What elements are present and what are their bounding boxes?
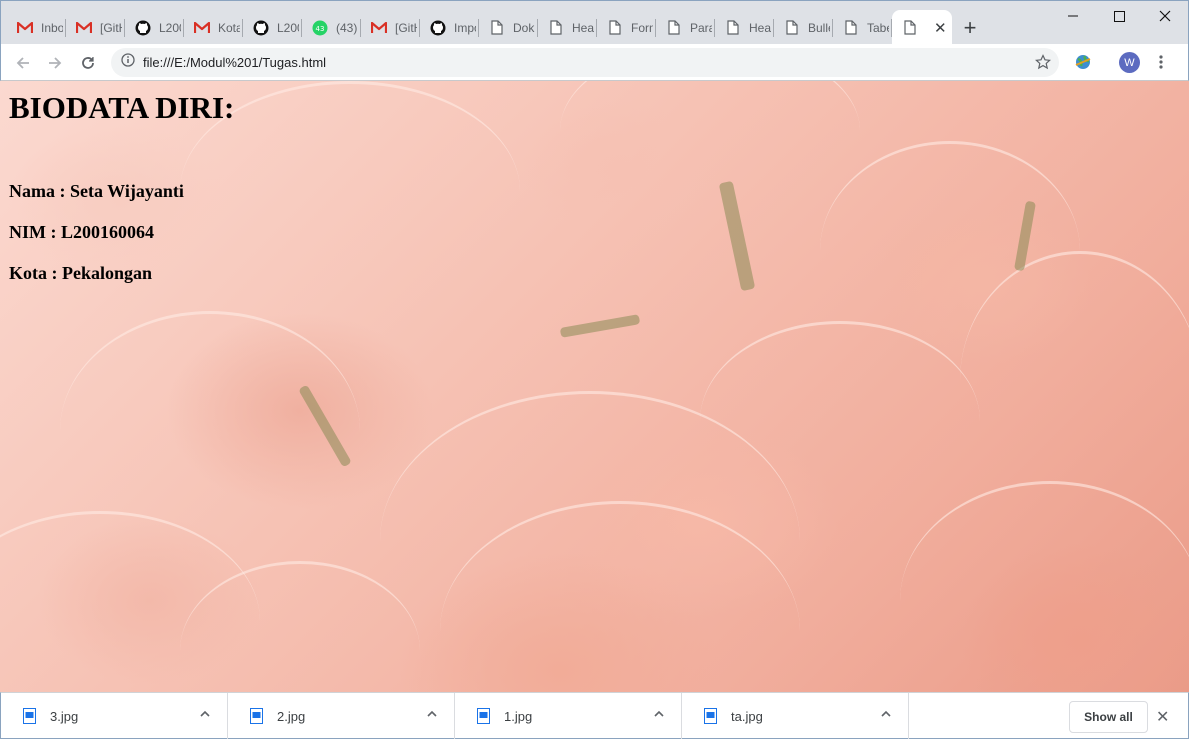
info-icon[interactable]	[121, 53, 135, 72]
browser-toolbar: file:///E:/Modul%201/Tugas.html W	[0, 44, 1189, 81]
github-icon	[135, 20, 151, 36]
tab-strip: Inbox [GitHub] L200 Kota L200 43 (43) [GitHub] I…	[0, 0, 1189, 45]
tab-title: Heading	[749, 20, 771, 35]
menu-dots-icon[interactable]	[1153, 52, 1169, 77]
maximize-button[interactable]	[1096, 1, 1142, 31]
download-file-name: 2.jpg	[277, 708, 306, 724]
page-icon	[843, 20, 859, 36]
tab-1[interactable]: Inbox	[7, 10, 66, 45]
tab-list: Inbox [GitHub] L200 Kota L200 43 (43) [GitHub] I…	[7, 10, 988, 45]
tab-5[interactable]: L200	[243, 10, 302, 45]
tab-title: Bullet	[808, 20, 830, 35]
tab-3[interactable]: L200	[125, 10, 184, 45]
chevron-up-icon[interactable]	[880, 707, 892, 725]
image-file-icon	[23, 708, 36, 724]
download-file-name: 1.jpg	[504, 708, 533, 724]
tab-4[interactable]: Kota	[184, 10, 243, 45]
arrow-right-icon	[49, 57, 62, 69]
tab-title: (43)	[336, 20, 358, 35]
page-icon	[666, 20, 682, 36]
tab-active[interactable]: ✕	[892, 10, 952, 45]
chevron-up-icon[interactable]	[653, 707, 665, 725]
tab-title: [GitHub]	[100, 20, 122, 35]
gmail-icon	[371, 20, 387, 36]
window-controls	[1050, 1, 1188, 31]
gmail-icon	[194, 20, 210, 36]
tab-14[interactable]: Bullet	[774, 10, 833, 45]
tab-9[interactable]: Dokumen	[479, 10, 538, 45]
tab-title: Format	[631, 20, 653, 35]
back-button[interactable]	[10, 50, 36, 76]
image-file-icon	[704, 708, 717, 724]
tab-12[interactable]: Paragraf	[656, 10, 715, 45]
tab-title: L200	[277, 20, 299, 35]
download-item[interactable]: 1.jpg	[455, 693, 682, 739]
field-nama: Nama : Seta Wijayanti	[9, 181, 184, 201]
gmail-icon	[17, 20, 33, 36]
tab-15[interactable]: Tabel	[833, 10, 892, 45]
tab-2[interactable]: [GitHub]	[66, 10, 125, 45]
bookmark-star-icon[interactable]	[1035, 54, 1051, 75]
download-item[interactable]: 3.jpg	[1, 693, 228, 739]
page-viewport: BIODATA DIRI: Nama : Seta Wijayanti NIM …	[0, 81, 1189, 692]
image-file-icon	[477, 708, 490, 724]
whatsapp-icon: 43	[312, 20, 328, 36]
github-icon	[253, 20, 269, 36]
tab-7[interactable]: [GitHub]	[361, 10, 420, 45]
page-icon	[489, 20, 505, 36]
new-tab-button[interactable]: +	[952, 10, 988, 45]
tab-13[interactable]: Heading	[715, 10, 774, 45]
tab-title: Kota	[218, 20, 240, 35]
tab-8[interactable]: Import	[420, 10, 479, 45]
github-icon	[430, 20, 446, 36]
page-icon	[902, 20, 918, 36]
extension-globe-icon[interactable]	[1073, 52, 1093, 77]
close-window-button[interactable]	[1142, 1, 1188, 31]
image-file-icon	[250, 708, 263, 724]
tab-title: Inbox	[41, 20, 63, 35]
tab-title: L200	[159, 20, 181, 35]
tab-6[interactable]: 43 (43)	[302, 10, 361, 45]
tab-title: Import	[454, 20, 476, 35]
tab-title: Paragraf	[690, 20, 712, 35]
tab-title: [GitHub]	[395, 20, 417, 35]
field-kota: Kota : Pekalongan	[9, 263, 153, 283]
minimize-button[interactable]	[1050, 1, 1096, 31]
arrow-left-icon	[16, 57, 29, 69]
tab-title: Heading	[572, 20, 594, 35]
close-shelf-icon[interactable]: ✕	[1156, 707, 1169, 727]
download-item[interactable]: ta.jpg	[682, 693, 909, 739]
reload-icon	[82, 57, 94, 69]
svg-text:43: 43	[316, 25, 325, 33]
download-file-name: 3.jpg	[50, 708, 79, 724]
page-title: BIODATA DIRI:	[9, 90, 235, 125]
gmail-icon	[76, 20, 92, 36]
page-icon	[725, 20, 741, 36]
download-file-name: ta.jpg	[731, 708, 763, 724]
field-nim: NIM : L200160064	[9, 222, 154, 242]
chevron-up-icon[interactable]	[426, 707, 438, 725]
reload-button[interactable]	[75, 50, 101, 76]
forward-button[interactable]	[42, 50, 68, 76]
download-item[interactable]: 2.jpg	[228, 693, 455, 739]
tab-11[interactable]: Format	[597, 10, 656, 45]
chevron-up-icon[interactable]	[199, 707, 211, 725]
page-icon	[784, 20, 800, 36]
tab-10[interactable]: Heading	[538, 10, 597, 45]
url-text: file:///E:/Modul%201/Tugas.html	[143, 55, 327, 70]
address-bar[interactable]: file:///E:/Modul%201/Tugas.html	[111, 48, 1059, 77]
show-all-button[interactable]: Show all	[1069, 701, 1148, 733]
download-shelf: 3.jpg 2.jpg 1.jpg ta.jpg Show all ✕	[0, 692, 1189, 739]
tab-title: Dokumen	[513, 20, 535, 35]
page-content: BIODATA DIRI: Nama : Seta Wijayanti NIM …	[9, 90, 234, 303]
close-tab-icon[interactable]: ✕	[934, 19, 947, 37]
page-icon	[548, 20, 564, 36]
profile-avatar[interactable]: W	[1119, 52, 1140, 73]
page-icon	[607, 20, 623, 36]
tab-title: Tabel	[867, 20, 889, 35]
